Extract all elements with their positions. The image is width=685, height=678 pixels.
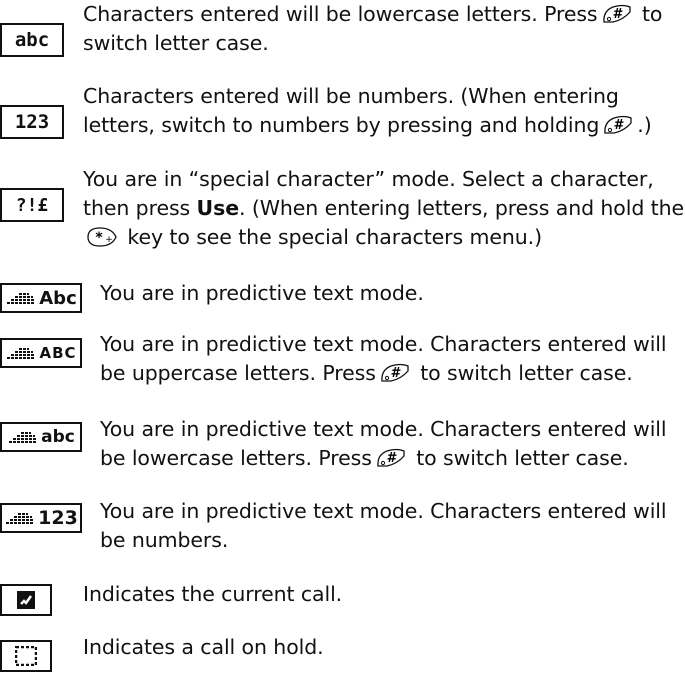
predictive-Abc-icon: Abc xyxy=(0,283,82,313)
predictive-numbers-text: You are in predictive text mode. Charact… xyxy=(100,499,667,552)
abc-mode-icon: abc xyxy=(0,23,64,57)
use-label: Use xyxy=(196,196,240,220)
special-text-2: . (When entering letters, press and hold… xyxy=(239,196,685,220)
predictive-text: You are in predictive text mode. xyxy=(100,281,424,305)
lowercase-text-1: Characters entered will be lowercase let… xyxy=(83,2,598,26)
svg-text:+: + xyxy=(105,235,112,245)
hash-key-icon: # xyxy=(377,448,405,467)
predictive-Abc-label: Abc xyxy=(39,287,77,309)
svg-text:#: # xyxy=(614,118,625,133)
predictive-123-icon: 123 xyxy=(0,503,82,533)
current-call-description: Indicates the current call. xyxy=(83,580,685,609)
svg-text:#: # xyxy=(386,451,397,466)
special-text-3: key to see the special characters menu.) xyxy=(121,225,542,249)
svg-text:#: # xyxy=(612,7,623,22)
predictive-pen-icon xyxy=(9,432,38,443)
call-on-hold-text: Indicates a call on hold. xyxy=(83,635,324,659)
svg-text:*: * xyxy=(95,230,103,246)
number-text-1: Characters entered will be numbers. (Whe… xyxy=(83,84,619,137)
call-on-hold-glyph xyxy=(15,646,37,666)
predictive-lowercase-description: You are in predictive text mode. Charact… xyxy=(100,415,685,473)
current-call-glyph xyxy=(17,591,35,609)
special-icon-label: ?!£ xyxy=(15,194,49,216)
predictive-abc-label: abc xyxy=(41,427,75,447)
predictive-pen-icon xyxy=(7,348,36,359)
lowercase-mode-description: Characters entered will be lowercase let… xyxy=(83,0,685,58)
current-call-icon xyxy=(0,584,52,616)
call-on-hold-description: Indicates a call on hold. xyxy=(83,633,685,662)
predictive-pen-icon xyxy=(7,293,36,304)
predictive-pen-icon xyxy=(6,513,35,524)
abc-icon-label: abc xyxy=(14,29,50,51)
predictive-123-label: 123 xyxy=(38,507,78,529)
123-mode-icon: 123 xyxy=(0,105,64,139)
predictive-upper-text-2: to switch letter case. xyxy=(413,361,633,385)
predictive-ABC-label: ABC xyxy=(39,344,77,362)
special-mode-description: You are in “special character” mode. Sel… xyxy=(83,165,685,252)
call-on-hold-icon xyxy=(0,640,52,672)
predictive-lower-text-2: to switch letter case. xyxy=(409,446,629,470)
123-icon-label: 123 xyxy=(14,111,50,133)
svg-text:#: # xyxy=(390,366,401,381)
predictive-mode-description: You are in predictive text mode. xyxy=(100,279,685,308)
star-key-icon: * + xyxy=(87,227,117,247)
hash-key-icon: # xyxy=(604,115,632,134)
hash-key-icon: # xyxy=(381,363,409,382)
number-text-2: .) xyxy=(637,113,652,137)
hash-key-icon: # xyxy=(602,4,631,23)
predictive-abc-icon: abc xyxy=(0,422,82,452)
special-char-mode-icon: ?!£ xyxy=(0,188,64,222)
predictive-numbers-description: You are in predictive text mode. Charact… xyxy=(100,497,685,555)
predictive-uppercase-description: You are in predictive text mode. Charact… xyxy=(100,330,685,388)
current-call-text: Indicates the current call. xyxy=(83,582,343,606)
predictive-ABC-icon: ABC xyxy=(0,338,82,368)
number-mode-description: Characters entered will be numbers. (Whe… xyxy=(83,82,685,140)
